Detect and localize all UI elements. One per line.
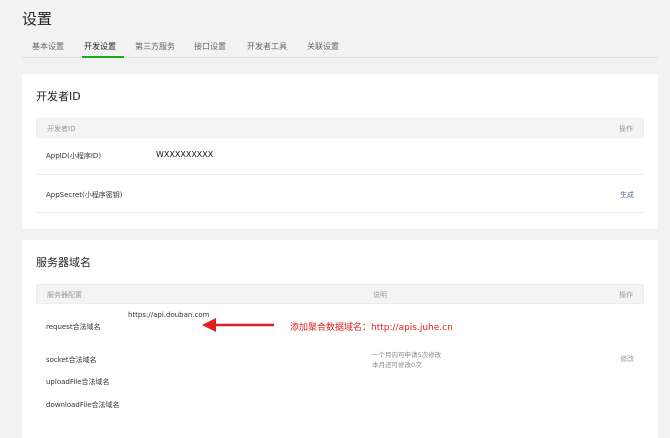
tab-link-settings[interactable]: 关联设置: [307, 41, 339, 52]
developer-id-card: 开发者ID 开发者ID 操作 AppID(小程序ID) WXXXXXXXXX A…: [22, 74, 658, 229]
downloadfile-domain-label: downloadFile合法域名: [46, 401, 120, 409]
modify-limit-text: 一个月内可申请5次修改: [372, 351, 442, 359]
developer-id-table: 开发者ID 操作 AppID(小程序ID) WXXXXXXXXX AppSecr…: [36, 118, 644, 218]
annotation-text: 添加聚合数据域名：http://apis.juhe.cn: [290, 323, 453, 333]
appsecret-label: AppSecret(小程序密钥): [46, 191, 123, 199]
tab-dev-tools[interactable]: 开发者工具: [247, 41, 287, 52]
tab-api-settings[interactable]: 接口设置: [194, 41, 226, 52]
modify-remaining-text: 本月还可修改0次: [372, 361, 422, 369]
row-divider: [36, 212, 644, 213]
appid-label: AppID(小程序ID): [46, 152, 102, 160]
header-developer-id: 开发者ID: [47, 125, 76, 133]
header-action: 操作: [619, 291, 633, 299]
header-action: 操作: [619, 125, 633, 133]
row-divider: [36, 174, 644, 175]
table-header: 开发者ID 操作: [36, 118, 644, 138]
red-arrow-icon: [202, 318, 274, 332]
table-header: 服务器配置 说明 操作: [36, 284, 644, 304]
generate-secret-link[interactable]: 生成: [620, 190, 634, 200]
server-domain-title: 服务器域名: [36, 256, 91, 269]
settings-tabs: 基本设置 开发设置 第三方服务 接口设置 开发者工具 关联设置: [22, 38, 658, 58]
tab-third-party[interactable]: 第三方服务: [135, 41, 175, 52]
page-title: 设置: [22, 10, 53, 28]
appid-value: WXXXXXXXXX: [156, 150, 214, 159]
header-description: 说明: [373, 291, 387, 299]
header-server-config: 服务器配置: [47, 291, 82, 299]
server-domain-card: 服务器域名 服务器配置 说明 操作 https://api.douban.com…: [22, 240, 658, 438]
modify-link[interactable]: 修改: [620, 354, 634, 364]
tab-dev-settings[interactable]: 开发设置: [84, 41, 116, 52]
tab-basic-settings[interactable]: 基本设置: [32, 41, 64, 52]
request-domain-label: request合法域名: [46, 323, 101, 331]
active-tab-indicator: [82, 56, 124, 58]
developer-id-title: 开发者ID: [36, 90, 81, 103]
uploadfile-domain-label: uploadFile合法域名: [46, 378, 110, 386]
request-domain-value: https://api.douban.com: [128, 311, 210, 319]
socket-domain-label: socket合法域名: [46, 356, 97, 364]
server-domain-table: 服务器配置 说明 操作 https://api.douban.com reque…: [36, 284, 644, 434]
